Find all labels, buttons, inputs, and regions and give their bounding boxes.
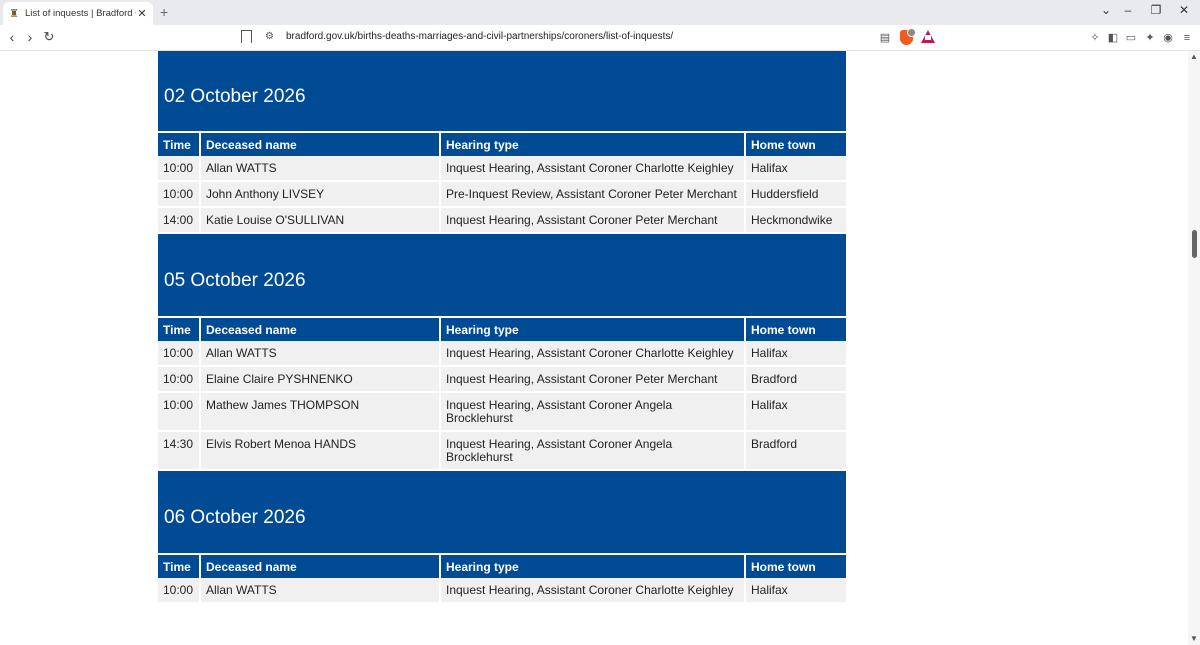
vpn-icon[interactable]: ◉ xyxy=(1161,31,1175,45)
new-tab-icon[interactable]: + xyxy=(160,4,168,20)
site-settings-icon[interactable]: ⚙ xyxy=(265,31,274,42)
hearing-type: Inquest Hearing, Assistant Coroner Charl… xyxy=(439,578,745,604)
deceased-name: Katie Louise O'SULLIVAN xyxy=(199,207,440,234)
column-header-time: Time xyxy=(158,316,200,341)
scroll-up-icon[interactable]: ▲ xyxy=(1190,52,1198,61)
column-header-deceased-name: Deceased name xyxy=(199,316,440,341)
deceased-name: Allan WATTS xyxy=(199,578,440,604)
hearing-type: Inquest Hearing, Assistant Coroner Angel… xyxy=(439,392,745,432)
inquest-table: Time Deceased name Hearing type Home town 10… xyxy=(158,316,846,471)
table-header-row: Time Deceased name Hearing type Home town xyxy=(158,553,846,578)
browser-tab[interactable]: ♜ List of inquests | Bradford Counc ✕ xyxy=(3,2,153,25)
council-crest-icon: ♜ xyxy=(9,7,19,20)
hearing-time: 14:00 xyxy=(158,207,200,234)
hearing-type: Inquest Hearing, Assistant Coroner Angel… xyxy=(439,431,745,471)
column-header-home-town: Home town xyxy=(744,131,846,156)
hearing-type: Inquest Hearing, Assistant Coroner Peter… xyxy=(439,366,745,393)
restore-icon[interactable]: ❐ xyxy=(1146,3,1166,17)
menu-icon[interactable]: ≡ xyxy=(1180,31,1194,45)
hearing-time: 10:00 xyxy=(158,366,200,393)
home-town: Huddersfield xyxy=(744,181,846,208)
deceased-name: John Anthony LIVSEY xyxy=(199,181,440,208)
scrollbar[interactable] xyxy=(1188,51,1200,645)
home-town: Heckmondwike xyxy=(744,207,846,234)
address-bar[interactable]: bradford.gov.uk/births-deaths-marriages-… xyxy=(286,31,673,42)
inquests-list: 02 October 2026 Time Deceased name Hearing … xyxy=(158,51,846,604)
home-town: Halifax xyxy=(744,578,846,604)
hearing-type: Inquest Hearing, Assistant Coroner Charl… xyxy=(439,341,745,367)
tab-title: List of inquests | Bradford Counc xyxy=(25,8,136,19)
deceased-name: Elvis Robert Menoa HANDS xyxy=(199,431,440,471)
date-heading: 05 October 2026 xyxy=(158,234,846,316)
inquest-table: Time Deceased name Hearing type Home town 10… xyxy=(158,131,846,234)
hearing-type: Pre-Inquest Review, Assistant Coroner Pe… xyxy=(439,181,745,208)
scroll-down-icon[interactable]: ▼ xyxy=(1190,634,1198,643)
column-header-hearing-type: Hearing type xyxy=(439,316,745,341)
bookmark-icon[interactable] xyxy=(241,30,252,43)
browser-toolbar: ‹ › ↻ ⚙ bradford.gov.uk/births-deaths-ma… xyxy=(0,25,1200,51)
home-town: Bradford xyxy=(744,431,846,471)
home-town: Halifax xyxy=(744,156,846,182)
tab-search-chevron-icon[interactable]: ⌄ xyxy=(1096,3,1116,17)
reload-icon[interactable]: ↻ xyxy=(41,29,57,45)
hearing-time: 10:00 xyxy=(158,341,200,367)
brave-shields-icon[interactable] xyxy=(900,28,916,45)
table-row: 10:00 Allan WATTS Inquest Hearing, Assista… xyxy=(158,578,846,604)
column-header-hearing-type: Hearing type xyxy=(439,131,745,156)
scrollbar-thumb[interactable] xyxy=(1192,230,1197,258)
hearing-time: 10:00 xyxy=(158,156,200,182)
leo-ai-icon[interactable]: ✦ xyxy=(1143,31,1157,45)
date-heading: 06 October 2026 xyxy=(158,471,846,553)
column-header-home-town: Home town xyxy=(744,553,846,578)
page-viewport: 02 October 2026 Time Deceased name Hearing … xyxy=(0,51,1188,645)
column-header-time: Time xyxy=(158,553,200,578)
home-town: Halifax xyxy=(744,392,846,432)
hearing-type: Inquest Hearing, Assistant Coroner Peter… xyxy=(439,207,745,234)
minimize-icon[interactable]: – xyxy=(1118,3,1138,17)
column-header-time: Time xyxy=(158,131,200,156)
table-row: 10:00 Mathew James THOMPSON Inquest Hearin… xyxy=(158,392,846,432)
home-town: Halifax xyxy=(744,341,846,367)
date-heading: 02 October 2026 xyxy=(158,51,846,131)
inquest-table: Time Deceased name Hearing type Home town 10… xyxy=(158,553,846,604)
table-header-row: Time Deceased name Hearing type Home town xyxy=(158,316,846,341)
table-header-row: Time Deceased name Hearing type Home town xyxy=(158,131,846,156)
hearing-time: 10:00 xyxy=(158,181,200,208)
table-row: 10:00 John Anthony LIVSEY Pre-Inquest Revi… xyxy=(158,181,846,208)
extensions-icon[interactable]: ✧ xyxy=(1088,31,1102,45)
back-icon[interactable]: ‹ xyxy=(4,29,20,45)
column-header-deceased-name: Deceased name xyxy=(199,553,440,578)
hearing-type: Inquest Hearing, Assistant Coroner Charl… xyxy=(439,156,745,182)
deceased-name: Allan WATTS xyxy=(199,156,440,182)
table-row: 10:00 Allan WATTS Inquest Hearing, Assista… xyxy=(158,341,846,367)
hearing-time: 10:00 xyxy=(158,578,200,604)
deceased-name: Allan WATTS xyxy=(199,341,440,367)
hearing-time: 14:30 xyxy=(158,431,200,471)
table-row: 10:00 Elaine Claire PYSHNENKO Inquest Hear… xyxy=(158,366,846,393)
hearing-time: 10:00 xyxy=(158,392,200,432)
table-row: 14:00 Katie Louise O'SULLIVAN Inquest Hear… xyxy=(158,207,846,234)
close-tab-icon[interactable]: ✕ xyxy=(136,7,148,20)
reader-mode-icon[interactable]: ▤ xyxy=(878,31,892,45)
column-header-hearing-type: Hearing type xyxy=(439,553,745,578)
wallet-icon[interactable]: ▭ xyxy=(1124,31,1138,45)
deceased-name: Mathew James THOMPSON xyxy=(199,392,440,432)
tab-bar: ♜ List of inquests | Bradford Counc ✕ + … xyxy=(0,0,1200,25)
deceased-name: Elaine Claire PYSHNENKO xyxy=(199,366,440,393)
window-close-icon[interactable]: ✕ xyxy=(1174,3,1194,17)
table-row: 14:30 Elvis Robert Menoa HANDS Inquest Hea… xyxy=(158,431,846,471)
home-town: Bradford xyxy=(744,366,846,393)
column-header-deceased-name: Deceased name xyxy=(199,131,440,156)
table-row: 10:00 Allan WATTS Inquest Hearing, Assista… xyxy=(158,156,846,182)
sidebar-icon[interactable]: ◧ xyxy=(1106,31,1120,45)
column-header-home-town: Home town xyxy=(744,316,846,341)
brave-rewards-icon[interactable] xyxy=(921,30,935,43)
forward-icon[interactable]: › xyxy=(22,29,38,45)
